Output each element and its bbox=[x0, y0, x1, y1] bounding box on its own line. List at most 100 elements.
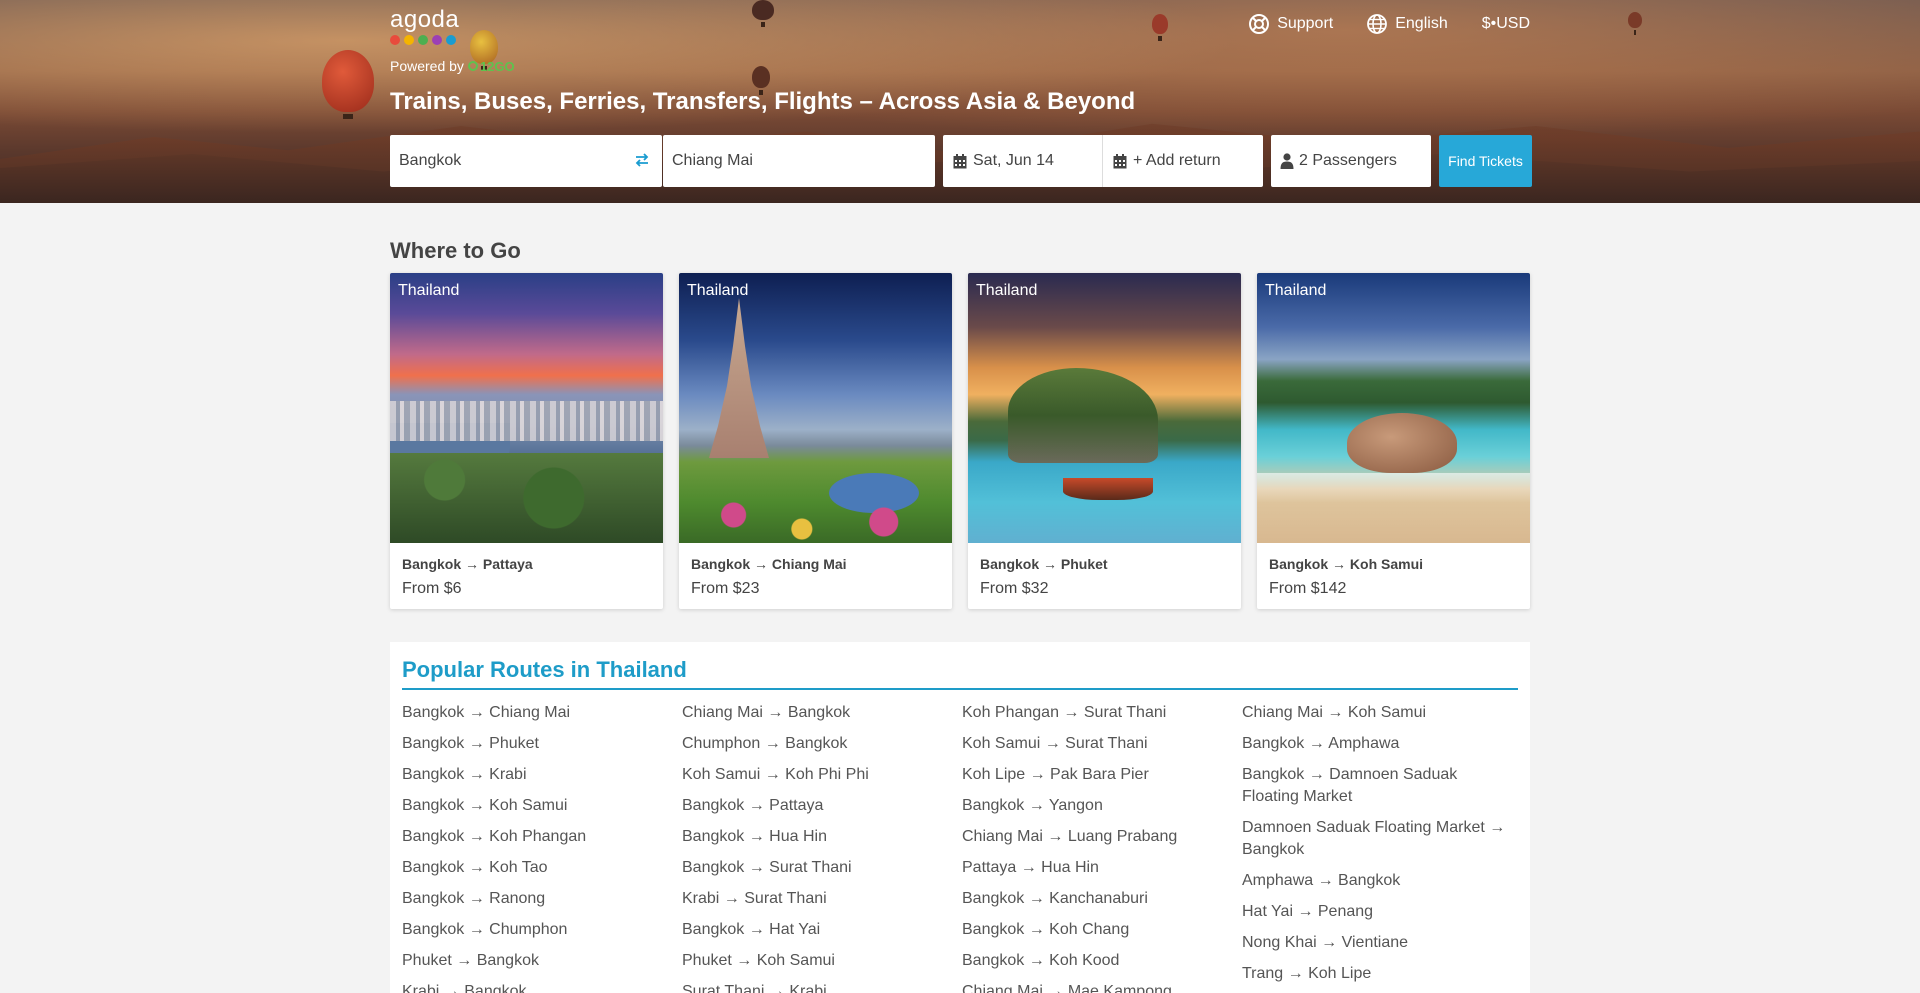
image-detail bbox=[1008, 368, 1158, 463]
destination-card-chiang-mai[interactable]: Thailand Bangkok → Chiang Mai From $23 bbox=[679, 273, 952, 609]
logo-dot bbox=[404, 35, 414, 45]
language-label: English bbox=[1395, 15, 1448, 32]
route-link[interactable]: Chumphon → Bangkok bbox=[682, 733, 962, 755]
route-link[interactable]: Bangkok → Chiang Mai bbox=[402, 702, 682, 724]
balloon-decoration bbox=[752, 0, 774, 27]
agoda-logo[interactable]: agoda bbox=[390, 8, 459, 45]
routes-grid: Bangkok → Chiang Mai Bangkok → Phuket Ba… bbox=[402, 702, 1522, 993]
support-link[interactable]: Support bbox=[1249, 14, 1333, 34]
route-column: Bangkok → Chiang Mai Bangkok → Phuket Ba… bbox=[402, 702, 682, 993]
route-link[interactable]: Bangkok → Surat Thani bbox=[682, 857, 962, 879]
destination-image bbox=[679, 273, 952, 543]
card-country: Thailand bbox=[1265, 282, 1327, 299]
route-link[interactable]: Phuket → Koh Samui bbox=[682, 950, 962, 972]
image-detail bbox=[390, 401, 663, 441]
route-link[interactable]: Chiang Mai → Mae Kampong bbox=[962, 981, 1242, 993]
image-detail bbox=[1063, 478, 1153, 500]
route-link[interactable]: Bangkok → Koh Phangan bbox=[402, 826, 682, 848]
to-value: Chiang Mai bbox=[672, 152, 753, 169]
route-link[interactable]: Chiang Mai → Luang Prabang bbox=[962, 826, 1242, 848]
route-link[interactable]: Bangkok → Koh Samui bbox=[402, 795, 682, 817]
12go-logo: 12GO bbox=[467, 58, 515, 74]
logo-dot bbox=[432, 35, 442, 45]
card-route: Bangkok → Pattaya bbox=[402, 556, 533, 572]
logo-dot bbox=[390, 35, 400, 45]
route-link[interactable]: Bangkok → Chumphon bbox=[402, 919, 682, 941]
route-link[interactable]: Bangkok → Koh Tao bbox=[402, 857, 682, 879]
from-field[interactable]: Bangkok bbox=[390, 135, 662, 187]
card-price: From $32 bbox=[980, 580, 1049, 597]
route-link[interactable]: Koh Lipe → Pak Bara Pier bbox=[962, 764, 1242, 786]
route-link[interactable]: Bangkok → Hat Yai bbox=[682, 919, 962, 941]
card-route: Bangkok → Phuket bbox=[980, 556, 1108, 572]
popular-routes-panel: Popular Routes in Thailand Bangkok → Chi… bbox=[390, 642, 1530, 993]
route-link[interactable]: Bangkok → Koh Kood bbox=[962, 950, 1242, 972]
departure-date-field[interactable]: Sat, Jun 14 bbox=[943, 135, 1103, 187]
route-link[interactable]: Damnoen Saduak Floating Market → Bangkok bbox=[1242, 817, 1522, 861]
passengers-field[interactable]: 2 Passengers bbox=[1271, 135, 1431, 187]
destination-card-pattaya[interactable]: Thailand Bangkok → Pattaya From $6 bbox=[390, 273, 663, 609]
hero-banner: agoda Powered by 12GO Support English $•… bbox=[0, 0, 1920, 203]
route-link[interactable]: Krabi → Surat Thani bbox=[682, 888, 962, 910]
logo-dots bbox=[390, 35, 459, 45]
find-tickets-button[interactable]: Find Tickets bbox=[1439, 135, 1532, 187]
route-link[interactable]: Bangkok → Krabi bbox=[402, 764, 682, 786]
route-link[interactable]: Bangkok → Kanchanaburi bbox=[962, 888, 1242, 910]
route-link[interactable]: Krabi → Bangkok bbox=[402, 981, 682, 993]
route-link[interactable]: Bangkok → Phuket bbox=[402, 733, 682, 755]
route-link[interactable]: Nong Khai → Vientiane bbox=[1242, 932, 1522, 954]
destination-cards: Thailand Bangkok → Pattaya From $6 Thail… bbox=[390, 273, 1530, 609]
passengers-value: 2 Passengers bbox=[1299, 152, 1397, 169]
route-link[interactable]: Pattaya → Hua Hin bbox=[962, 857, 1242, 879]
route-column: Chiang Mai → Bangkok Chumphon → Bangkok … bbox=[682, 702, 962, 993]
route-link[interactable]: Amphawa → Bangkok bbox=[1242, 870, 1522, 892]
route-link[interactable]: Bangkok → Ranong bbox=[402, 888, 682, 910]
card-route: Bangkok → Chiang Mai bbox=[691, 556, 847, 572]
balloon-decoration bbox=[322, 50, 374, 119]
route-link[interactable]: Koh Samui → Koh Phi Phi bbox=[682, 764, 962, 786]
route-link[interactable]: Chiang Mai → Koh Samui bbox=[1242, 702, 1522, 724]
route-link[interactable]: Surat Thani → Krabi bbox=[682, 981, 962, 993]
currency-selector[interactable]: $•USD bbox=[1482, 15, 1530, 33]
departure-date-value: Sat, Jun 14 bbox=[973, 152, 1054, 169]
where-to-go-title: Where to Go bbox=[390, 238, 521, 263]
route-link[interactable]: Trang → Koh Lipe bbox=[1242, 963, 1522, 985]
12go-brand-label: 12GO bbox=[479, 58, 515, 74]
return-date-field[interactable]: + Add return bbox=[1103, 135, 1263, 187]
route-link[interactable]: Chiang Mai → Bangkok bbox=[682, 702, 962, 724]
route-link[interactable]: Hat Yai → Penang bbox=[1242, 901, 1522, 923]
balloon-decoration bbox=[1152, 14, 1168, 41]
route-link[interactable]: Bangkok → Yangon bbox=[962, 795, 1242, 817]
image-detail bbox=[709, 298, 769, 458]
powered-by: Powered by 12GO bbox=[390, 58, 515, 74]
route-link[interactable]: Koh Samui → Surat Thani bbox=[962, 733, 1242, 755]
logo-wordmark: agoda bbox=[390, 6, 460, 33]
from-value: Bangkok bbox=[399, 152, 462, 169]
to-field[interactable]: Chiang Mai bbox=[663, 135, 935, 187]
route-link[interactable]: Phuket → Bangkok bbox=[402, 950, 682, 972]
person-icon bbox=[1280, 153, 1294, 169]
lifebuoy-icon bbox=[1249, 14, 1270, 34]
route-link[interactable]: Bangkok → Damnoen Saduak Floating Market bbox=[1242, 764, 1522, 808]
route-link[interactable]: Bangkok → Amphawa bbox=[1242, 733, 1522, 755]
destination-card-koh-samui[interactable]: Thailand Bangkok → Koh Samui From $142 bbox=[1257, 273, 1530, 609]
destination-image bbox=[968, 273, 1241, 543]
image-detail bbox=[679, 473, 952, 543]
route-link[interactable]: Koh Phangan → Surat Thani bbox=[962, 702, 1242, 724]
page-headline: Trains, Buses, Ferries, Transfers, Fligh… bbox=[390, 88, 1136, 115]
route-link[interactable]: Bangkok → Koh Chang bbox=[962, 919, 1242, 941]
language-selector[interactable]: English bbox=[1367, 14, 1448, 34]
route-column: Koh Phangan → Surat Thani Koh Samui → Su… bbox=[962, 702, 1242, 993]
card-price: From $6 bbox=[402, 580, 462, 597]
logo-dot bbox=[446, 35, 456, 45]
image-detail bbox=[390, 453, 663, 543]
swap-icon[interactable] bbox=[634, 152, 650, 168]
divider bbox=[402, 688, 1518, 690]
route-link[interactable]: Bangkok → Pattaya bbox=[682, 795, 962, 817]
destination-card-phuket[interactable]: Thailand Bangkok → Phuket From $32 bbox=[968, 273, 1241, 609]
destination-image bbox=[1257, 273, 1530, 543]
card-route: Bangkok → Koh Samui bbox=[1269, 556, 1424, 572]
popular-routes-title: Popular Routes in Thailand bbox=[402, 657, 687, 682]
route-link[interactable]: Bangkok → Hua Hin bbox=[682, 826, 962, 848]
powered-by-label: Powered by bbox=[390, 58, 464, 74]
